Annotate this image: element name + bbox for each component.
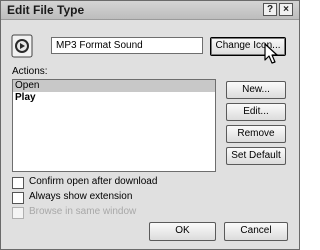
- actions-list[interactable]: Open Play: [12, 79, 216, 172]
- edit-action-button[interactable]: Edit...: [226, 103, 286, 121]
- remove-action-button[interactable]: Remove: [226, 125, 286, 143]
- list-item-play[interactable]: Play: [13, 92, 215, 104]
- browse-same-window-checkbox: [12, 207, 24, 219]
- always-show-extension-label: Always show extension: [29, 191, 133, 202]
- close-icon: ×: [283, 4, 289, 15]
- confirm-open-checkbox[interactable]: [12, 177, 24, 189]
- title-bar[interactable]: Edit File Type ? ×: [1, 1, 299, 20]
- actions-label: Actions:: [12, 66, 48, 77]
- mouse-pointer-icon: [264, 43, 278, 64]
- help-button[interactable]: ?: [263, 3, 277, 16]
- dialog-title: Edit File Type: [7, 3, 85, 17]
- set-default-button[interactable]: Set Default: [226, 147, 286, 165]
- confirm-open-label: Confirm open after download: [29, 176, 158, 187]
- cancel-button[interactable]: Cancel: [224, 222, 288, 241]
- list-item-open[interactable]: Open: [13, 80, 215, 92]
- close-button[interactable]: ×: [279, 3, 293, 16]
- media-file-icon: [11, 34, 33, 58]
- edit-file-type-dialog: Edit File Type ? × MP3 Format Sound Chan…: [0, 0, 300, 250]
- help-icon: ?: [266, 4, 274, 15]
- file-type-description-field[interactable]: MP3 Format Sound: [51, 37, 203, 54]
- always-show-extension-checkbox[interactable]: [12, 192, 24, 204]
- browse-same-window-label: Browse in same window: [29, 206, 137, 217]
- new-action-button[interactable]: New...: [226, 81, 286, 99]
- ok-button[interactable]: OK: [149, 222, 216, 241]
